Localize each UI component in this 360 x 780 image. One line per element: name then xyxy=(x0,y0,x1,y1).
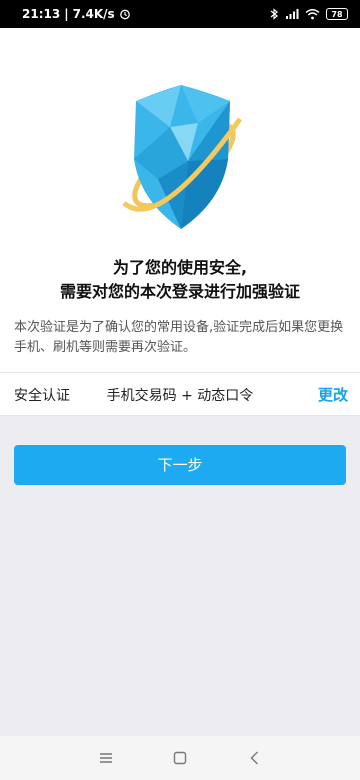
bluetooth-icon xyxy=(270,8,278,20)
status-left: 21:13 | 7.4K/s xyxy=(22,7,131,21)
status-right: 78 xyxy=(269,8,348,20)
wifi-icon xyxy=(305,9,320,20)
content-top: 为了您的使用安全, 需要对您的本次登录进行加强验证 本次验证是为了确认您的常用设… xyxy=(0,28,360,416)
back-icon[interactable] xyxy=(246,749,264,767)
headline-line-1: 为了您的使用安全, xyxy=(112,258,248,277)
menu-icon[interactable] xyxy=(97,749,115,767)
battery-icon: 78 xyxy=(326,8,348,20)
auth-method-value: 手机交易码 + 动态口令 xyxy=(106,388,254,404)
signal-icon xyxy=(286,9,299,19)
auth-method-row: 安全认证 手机交易码 + 动态口令 更改 xyxy=(0,372,360,416)
status-bar: 21:13 | 7.4K/s 78 xyxy=(0,0,360,28)
status-time: 21:13 xyxy=(22,7,61,21)
next-step-button[interactable]: 下一步 xyxy=(14,445,346,485)
system-nav-bar xyxy=(0,736,360,780)
change-auth-link[interactable]: 更改 xyxy=(318,384,348,405)
home-icon[interactable] xyxy=(171,749,189,767)
verification-description: 本次验证是为了确认您的常用设备,验证完成后如果您更换手机、刷机等则需要再次验证。 xyxy=(14,320,344,355)
page-title: 为了您的使用安全, 需要对您的本次登录进行加强验证 xyxy=(0,256,360,304)
status-speed: 7.4K/s xyxy=(72,7,115,21)
status-divider: | xyxy=(64,7,69,21)
alarm-icon xyxy=(119,9,130,20)
security-shield-icon xyxy=(122,85,243,229)
headline-line-2: 需要对您的本次登录进行加强验证 xyxy=(59,282,300,301)
